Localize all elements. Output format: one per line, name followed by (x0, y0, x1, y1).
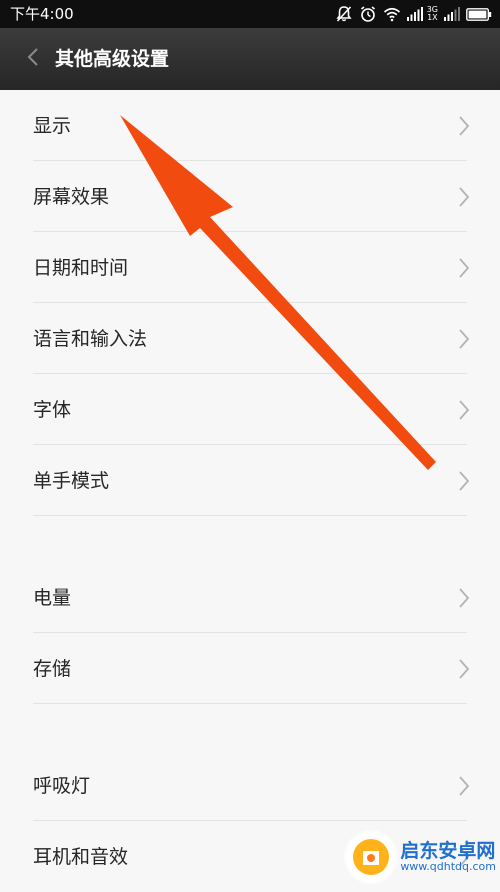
setting-label: 字体 (33, 399, 72, 421)
setting-label: 语言和输入法 (33, 328, 148, 350)
setting-label: 单手模式 (33, 470, 110, 492)
status-bar: 下午4:00 3G 1X (0, 0, 500, 28)
status-icons: 3G 1X (335, 4, 492, 24)
setting-label: 耳机和音效 (33, 846, 129, 868)
watermark-logo-icon (346, 832, 397, 882)
setting-item-display[interactable]: 显示 (0, 90, 500, 161)
setting-label: 电量 (33, 587, 72, 609)
chevron-right-icon (458, 470, 470, 492)
setting-item-battery[interactable]: 电量 (0, 562, 500, 633)
setting-label: 呼吸灯 (33, 775, 91, 797)
signal-icon (406, 7, 423, 21)
chevron-right-icon (458, 399, 470, 421)
network-type-bottom: 1X (427, 13, 438, 22)
chevron-right-icon (458, 587, 470, 609)
mute-icon (335, 5, 353, 23)
setting-item-screen-effect[interactable]: 屏幕效果 (0, 161, 500, 232)
chevron-right-icon (458, 775, 470, 797)
chevron-right-icon (458, 257, 470, 279)
chevron-right-icon (458, 328, 470, 350)
setting-label: 存储 (33, 658, 72, 680)
status-time: 下午4:00 (10, 5, 74, 23)
setting-item-date-time[interactable]: 日期和时间 (0, 232, 500, 303)
chevron-right-icon (458, 115, 470, 137)
title-bar: 其他高级设置 (0, 28, 500, 90)
chevron-right-icon (458, 658, 470, 680)
battery-icon (466, 7, 492, 21)
alarm-icon (359, 5, 377, 23)
setting-item-one-hand-mode[interactable]: 单手模式 (0, 445, 500, 516)
watermark: 启东安卓网 www.qdhtdq.com (346, 829, 496, 885)
settings-list: 显示 屏幕效果 日期和时间 语言和输入法 字体 单手模式 电量 存储 呼吸灯 耳… (0, 90, 500, 892)
page-title: 其他高级设置 (55, 48, 170, 70)
chevron-right-icon (458, 186, 470, 208)
watermark-name: 启东安卓网 (400, 839, 496, 862)
chevron-left-icon (27, 47, 39, 71)
watermark-text: 启东安卓网 www.qdhtdq.com (400, 839, 496, 874)
setting-label: 日期和时间 (33, 257, 129, 279)
back-button[interactable] (18, 42, 48, 76)
setting-label: 屏幕效果 (33, 186, 110, 208)
divider (33, 515, 467, 516)
divider (33, 703, 467, 704)
setting-label: 显示 (33, 115, 72, 137)
setting-item-breathing-light[interactable]: 呼吸灯 (0, 750, 500, 821)
watermark-url: www.qdhtdq.com (400, 860, 496, 874)
network-type-label: 3G 1X (427, 6, 438, 22)
setting-item-language-input[interactable]: 语言和输入法 (0, 303, 500, 374)
setting-item-font[interactable]: 字体 (0, 374, 500, 445)
signal-icon-secondary (444, 7, 460, 21)
setting-item-storage[interactable]: 存储 (0, 633, 500, 704)
wifi-icon (383, 6, 401, 22)
